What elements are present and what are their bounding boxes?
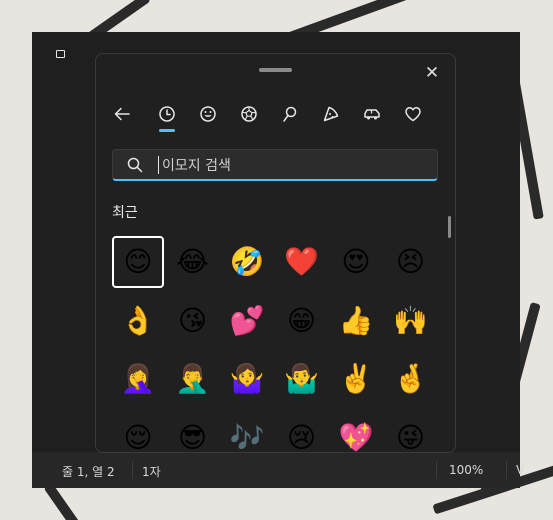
car-icon [364, 109, 380, 120]
emoji-button[interactable]: 😎 [167, 412, 219, 453]
emoji-button[interactable]: 😁 [276, 295, 328, 347]
emoji-panel: ✕ 최근 😊😂🤣❤️😍� [95, 53, 456, 453]
emoji-button[interactable]: 🤷‍♀️ [221, 353, 273, 405]
search-input[interactable] [160, 154, 424, 178]
tab-travel[interactable] [354, 98, 390, 130]
window-icon[interactable] [56, 50, 65, 58]
status-zoom: 100% [449, 463, 484, 477]
ball-icon [241, 106, 257, 122]
emoji-button[interactable]: 👌 [112, 295, 164, 347]
emoji-button[interactable]: 💕 [221, 295, 273, 347]
emoji-button[interactable]: 😍 [330, 236, 382, 288]
emoji-button[interactable]: 😢 [276, 412, 328, 453]
back-arrow-icon [114, 107, 130, 121]
emoji-button[interactable]: 🙌 [385, 295, 437, 347]
status-bar: 줄 1, 열 2 1자 100% V [32, 452, 524, 488]
scrollbar[interactable] [448, 216, 451, 238]
tab-symbols[interactable] [395, 98, 431, 130]
tab-food[interactable] [313, 98, 349, 130]
status-extra: V [516, 463, 525, 477]
emoji-button[interactable]: 🤞 [385, 353, 437, 405]
emoji-button[interactable]: 🤦‍♂️ [167, 353, 219, 405]
emoji-button[interactable]: 😊 [112, 236, 164, 288]
emoji-button[interactable]: 💖 [330, 412, 382, 453]
emoji-button[interactable]: 🤦‍♀️ [112, 353, 164, 405]
section-title-recent: 최근 [112, 205, 138, 221]
status-char-count: 1자 [142, 465, 161, 479]
text-caret [158, 156, 159, 174]
emoji-button[interactable]: 🤷‍♂️ [276, 353, 328, 405]
emoji-button[interactable]: ❤️ [276, 236, 328, 288]
close-button[interactable]: ✕ [419, 60, 445, 86]
search-icon [127, 157, 143, 173]
emoji-button[interactable]: 😜 [385, 412, 437, 453]
emoji-button[interactable]: 👍 [330, 295, 382, 347]
status-position: 줄 1, 열 2 [62, 465, 115, 479]
tab-recent[interactable] [149, 98, 185, 132]
category-tabs [104, 98, 444, 134]
emoji-button[interactable]: 🤣 [221, 236, 273, 288]
pin-icon [283, 106, 297, 122]
smiley-icon [200, 106, 216, 122]
emoji-button[interactable]: 😘 [167, 295, 219, 347]
emoji-button[interactable]: 😣 [385, 236, 437, 288]
back-button[interactable] [104, 98, 140, 130]
drag-handle[interactable] [259, 68, 292, 72]
active-tab-indicator [159, 129, 175, 132]
emoji-button[interactable]: 😂 [167, 236, 219, 288]
heart-icon [405, 107, 421, 122]
pizza-icon [323, 106, 339, 122]
emoji-button[interactable]: 🎶 [221, 412, 273, 453]
emoji-button[interactable]: 😌 [112, 412, 164, 453]
tab-people[interactable] [231, 98, 267, 130]
close-icon: ✕ [424, 63, 440, 83]
emoji-button[interactable]: ✌️ [330, 353, 382, 405]
clock-icon [159, 106, 175, 122]
search-box[interactable] [112, 149, 438, 181]
tab-smileys[interactable] [190, 98, 226, 130]
tab-activities[interactable] [272, 98, 308, 130]
